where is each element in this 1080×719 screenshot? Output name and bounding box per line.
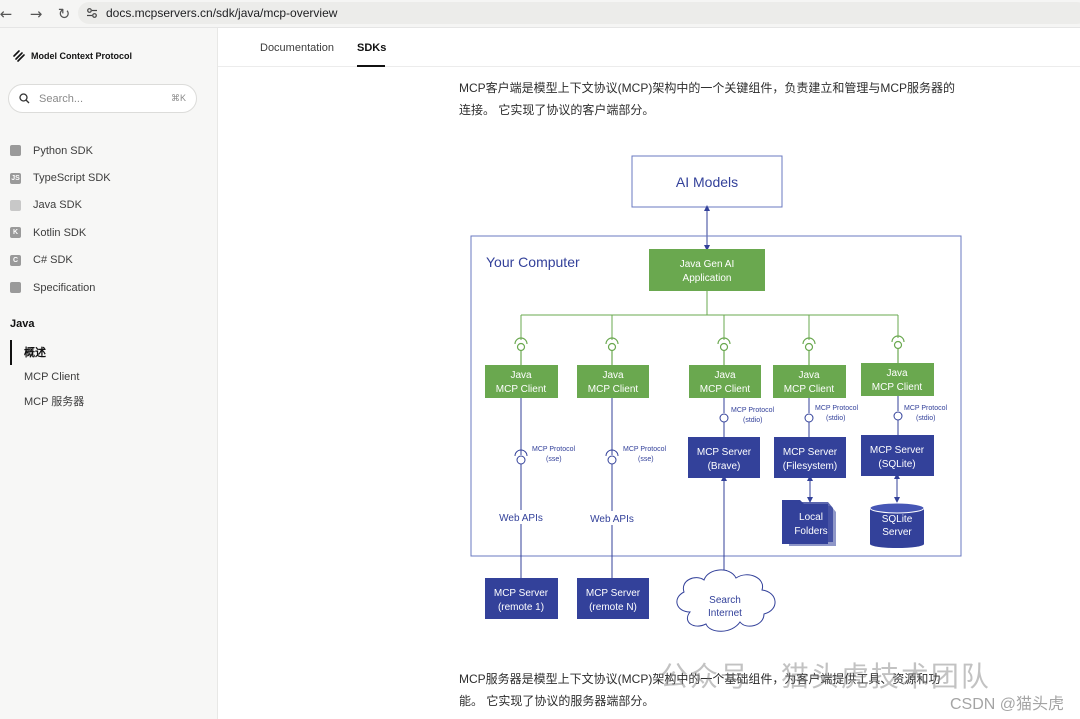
client-socket-icons (514, 335, 905, 365)
server-remoteN-label-2: (remote N) (589, 602, 637, 613)
local-folders-icon (782, 500, 836, 546)
server-brave-label-1: MCP Server (697, 447, 752, 458)
proto-sse-2: (sse) (638, 456, 654, 463)
proto-label-stdio-1: MCP Protocol (731, 407, 774, 414)
proto-label-stdio-3: MCP Protocol (904, 405, 947, 412)
architecture-diagram: AI Models Your Computer Java Gen AI Appl… (470, 155, 962, 632)
server-brave-label-2: (Brave) (708, 461, 741, 472)
client-4-label-1: Java (798, 370, 820, 381)
protocol-lines (514, 396, 903, 578)
web-apis-label-1: Web APIs (499, 513, 543, 524)
proto-stdio-2: (stdio) (826, 415, 845, 422)
proto-label-stdio-2: MCP Protocol (815, 405, 858, 412)
client-5-label-2: MCP Client (872, 382, 923, 393)
proto-stdio-3: (stdio) (916, 415, 935, 422)
server-remote1-label-1: MCP Server (494, 588, 549, 599)
server-remote1-label-2: (remote 1) (498, 602, 544, 613)
sqlite-server-label: Server (882, 527, 912, 538)
client-3-label-1: Java (714, 370, 736, 381)
server-sqlite-label-2: (SQLite) (878, 459, 915, 470)
server-sqlite-label-1: MCP Server (870, 445, 925, 456)
proto-label-sse-1: MCP Protocol (532, 446, 575, 453)
client-4-label-2: MCP Client (784, 384, 835, 395)
internet-label: Internet (708, 608, 742, 619)
local-label: Local (799, 512, 823, 523)
web-apis-label-2: Web APIs (590, 514, 634, 525)
search-label: Search (709, 595, 741, 606)
java-gen-ai-app-box (649, 249, 765, 291)
proto-stdio-1: (stdio) (743, 417, 762, 424)
client-2-label-2: MCP Client (588, 384, 639, 395)
sqlite-database-icon (869, 502, 925, 548)
client-5-label-1: Java (886, 368, 908, 379)
server-fs-label-1: MCP Server (783, 447, 838, 458)
server-fs-label-2: (Filesystem) (783, 461, 837, 472)
client-2-label-1: Java (602, 370, 624, 381)
your-computer-label: Your Computer (486, 254, 580, 270)
green-connectors (520, 291, 899, 340)
proto-label-sse-2: MCP Protocol (623, 446, 666, 453)
sqlite-label: SQLite (882, 514, 913, 525)
ai-models-label: AI Models (676, 174, 738, 190)
app-label-1: Java Gen AI (680, 259, 734, 270)
wechat-watermark: 公众号 · 猫头虎技术团队 (660, 661, 991, 692)
proto-sse-1: (sse) (546, 456, 562, 463)
client-1-label-1: Java (510, 370, 532, 381)
folders-label: Folders (794, 526, 827, 537)
client-1-label-2: MCP Client (496, 384, 547, 395)
app-label-2: Application (683, 273, 732, 284)
client-3-label-2: MCP Client (700, 384, 751, 395)
csdn-watermark: CSDN @猫头虎 (950, 696, 1065, 713)
server-remoteN-label-1: MCP Server (586, 588, 641, 599)
